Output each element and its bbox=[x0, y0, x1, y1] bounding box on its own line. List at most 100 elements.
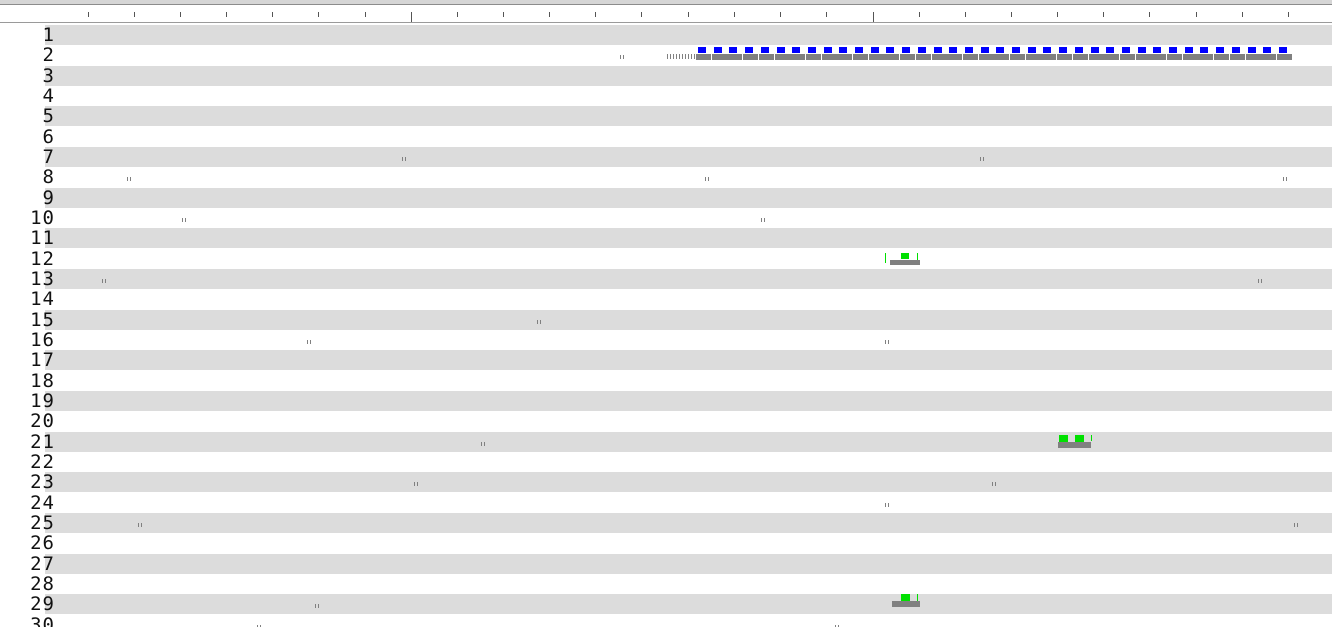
read-marker[interactable] bbox=[1294, 523, 1295, 527]
feature-gray-block[interactable] bbox=[775, 54, 790, 60]
feature-blue-square[interactable] bbox=[1075, 47, 1083, 53]
read-marker[interactable] bbox=[417, 482, 418, 486]
feature-blue-square[interactable] bbox=[1106, 47, 1114, 53]
read-marker[interactable] bbox=[995, 482, 996, 486]
read-marker[interactable] bbox=[708, 177, 709, 181]
read-marker[interactable] bbox=[691, 54, 692, 59]
read-marker[interactable] bbox=[138, 523, 139, 527]
feature-blue-square[interactable] bbox=[777, 47, 785, 53]
feature-blue-square[interactable] bbox=[1059, 47, 1067, 53]
read-marker[interactable] bbox=[1297, 523, 1298, 527]
read-marker[interactable] bbox=[402, 157, 403, 161]
feature-blue-square[interactable] bbox=[949, 47, 957, 53]
feature-gray-block[interactable] bbox=[1151, 54, 1166, 60]
read-marker[interactable] bbox=[318, 604, 319, 608]
feature-gray-block[interactable] bbox=[1230, 54, 1245, 60]
feature-gray-block[interactable] bbox=[1214, 54, 1229, 60]
feature-blue-square[interactable] bbox=[1263, 47, 1271, 53]
feature-gray-block[interactable] bbox=[1261, 54, 1276, 60]
feature-gray-block[interactable] bbox=[1198, 54, 1213, 60]
read-marker[interactable] bbox=[670, 54, 671, 59]
feature-gray-block[interactable] bbox=[712, 54, 727, 60]
feature-gray-block[interactable] bbox=[884, 54, 899, 60]
feature-gray-block[interactable] bbox=[743, 54, 758, 60]
feature-gray-block[interactable] bbox=[1057, 54, 1072, 60]
feature-blue-square[interactable] bbox=[1185, 47, 1193, 53]
read-marker[interactable] bbox=[307, 340, 308, 344]
feature-gray-block[interactable] bbox=[890, 260, 920, 265]
feature-blue-square[interactable] bbox=[1028, 47, 1036, 53]
feature-gray-block[interactable] bbox=[1120, 54, 1135, 60]
read-marker[interactable] bbox=[540, 320, 541, 324]
read-marker[interactable] bbox=[620, 55, 621, 59]
feature-blue-square[interactable] bbox=[1248, 47, 1256, 53]
feature-blue-square[interactable] bbox=[1153, 47, 1161, 53]
read-marker[interactable] bbox=[1258, 279, 1259, 283]
read-marker[interactable] bbox=[705, 177, 706, 181]
feature-blue-square[interactable] bbox=[761, 47, 769, 53]
feature-blue-square[interactable] bbox=[808, 47, 816, 53]
feature-gray-block[interactable] bbox=[1277, 54, 1292, 60]
read-marker[interactable] bbox=[1283, 177, 1284, 181]
feature-blue-square[interactable] bbox=[1279, 47, 1287, 53]
feature-gray-block[interactable] bbox=[806, 54, 821, 60]
read-marker[interactable] bbox=[983, 157, 984, 161]
feature-blue-square[interactable] bbox=[1091, 47, 1099, 53]
read-marker[interactable] bbox=[1286, 177, 1287, 181]
feature-blue-square[interactable] bbox=[745, 47, 753, 53]
feature-gray-block[interactable] bbox=[1058, 442, 1091, 448]
feature-gray-block[interactable] bbox=[947, 54, 962, 60]
read-marker[interactable] bbox=[676, 54, 677, 59]
read-marker[interactable] bbox=[182, 218, 183, 222]
feature-gray-block[interactable] bbox=[869, 54, 884, 60]
read-marker[interactable] bbox=[1261, 279, 1262, 283]
read-marker[interactable] bbox=[992, 482, 993, 486]
feature-gray-block[interactable] bbox=[1136, 54, 1151, 60]
feature-blue-square[interactable] bbox=[792, 47, 800, 53]
feature-gray-block[interactable] bbox=[916, 54, 931, 60]
feature-blue-square[interactable] bbox=[871, 47, 879, 53]
read-marker[interactable] bbox=[667, 54, 668, 59]
read-marker[interactable] bbox=[405, 157, 406, 161]
feature-green-edge[interactable] bbox=[885, 253, 886, 263]
read-marker[interactable] bbox=[141, 523, 142, 527]
feature-blue-square[interactable] bbox=[1138, 47, 1146, 53]
read-marker[interactable] bbox=[885, 503, 886, 507]
feature-gray-block[interactable] bbox=[790, 54, 805, 60]
feature-blue-square[interactable] bbox=[886, 47, 894, 53]
feature-green-square[interactable] bbox=[1059, 435, 1068, 442]
feature-blue-square[interactable] bbox=[981, 47, 989, 53]
read-marker[interactable] bbox=[623, 55, 624, 59]
feature-blue-square[interactable] bbox=[1216, 47, 1224, 53]
read-marker[interactable] bbox=[688, 54, 689, 59]
feature-blue-square[interactable] bbox=[1169, 47, 1177, 53]
feature-blue-square[interactable] bbox=[824, 47, 832, 53]
feature-blue-square[interactable] bbox=[1043, 47, 1051, 53]
feature-gray-block[interactable] bbox=[892, 601, 920, 607]
feature-gray-block[interactable] bbox=[853, 54, 868, 60]
feature-blue-square[interactable] bbox=[729, 47, 737, 53]
read-marker[interactable] bbox=[679, 54, 680, 59]
feature-gray-block[interactable] bbox=[963, 54, 978, 60]
read-marker[interactable] bbox=[484, 442, 485, 446]
feature-gray-block[interactable] bbox=[900, 54, 915, 60]
feature-blue-square[interactable] bbox=[902, 47, 910, 53]
feature-gray-block[interactable] bbox=[759, 54, 774, 60]
read-marker[interactable] bbox=[764, 218, 765, 222]
read-marker[interactable] bbox=[481, 442, 482, 446]
feature-gray-block[interactable] bbox=[1010, 54, 1025, 60]
feature-gray-block[interactable] bbox=[1104, 54, 1119, 60]
feature-gray-block[interactable] bbox=[1073, 54, 1088, 60]
feature-green-square[interactable] bbox=[901, 253, 909, 259]
feature-gray-block[interactable] bbox=[1089, 54, 1104, 60]
feature-gray-block[interactable] bbox=[822, 54, 837, 60]
feature-gray-block[interactable] bbox=[1167, 54, 1182, 60]
feature-blue-square[interactable] bbox=[934, 47, 942, 53]
feature-blue-square[interactable] bbox=[965, 47, 973, 53]
read-marker[interactable] bbox=[127, 177, 128, 181]
feature-green-edge[interactable] bbox=[1091, 435, 1092, 441]
read-marker[interactable] bbox=[885, 340, 886, 344]
feature-blue-square[interactable] bbox=[1122, 47, 1130, 53]
feature-gray-block[interactable] bbox=[1183, 54, 1198, 60]
feature-gray-block[interactable] bbox=[994, 54, 1009, 60]
